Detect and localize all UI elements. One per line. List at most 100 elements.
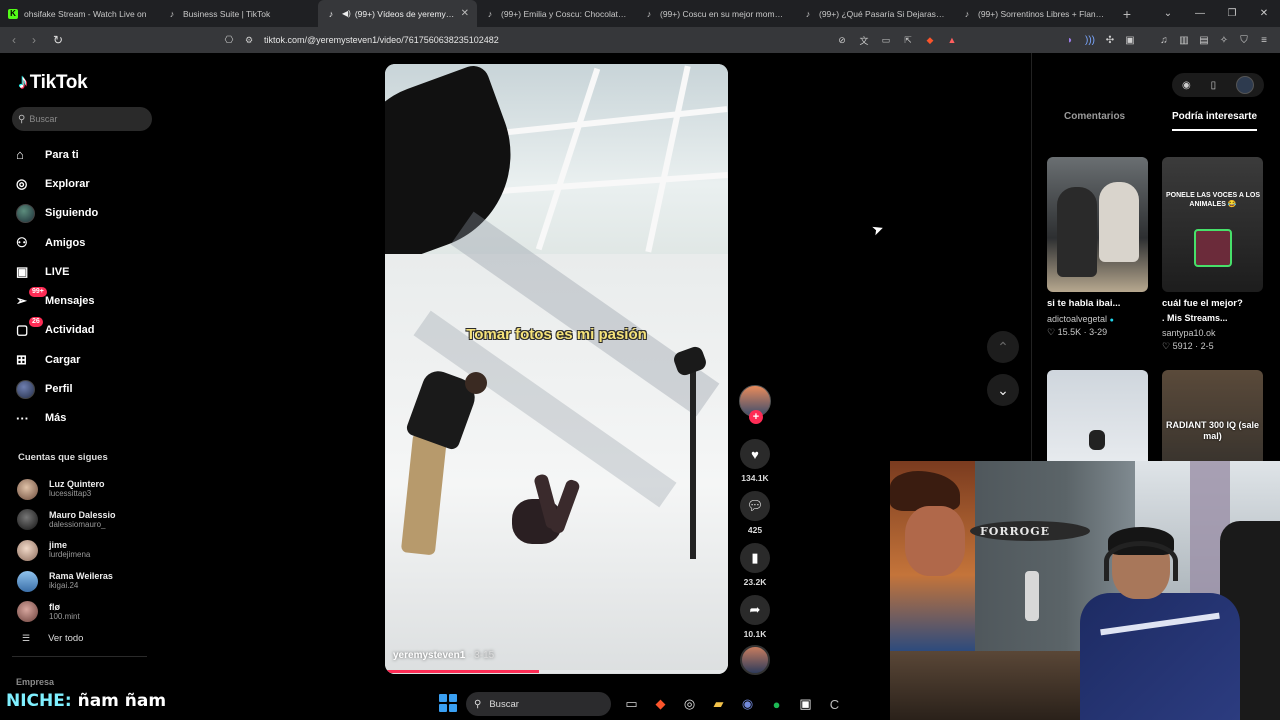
video-author[interactable]: yeremysteven1	[393, 650, 465, 661]
see-all-link[interactable]: ☰ Ver todo	[22, 633, 83, 644]
obs-icon[interactable]: ◎	[675, 696, 704, 712]
nav-item-explorar[interactable]: ◎ Explorar	[12, 169, 152, 198]
brave-rewards-icon[interactable]: ▲	[941, 35, 963, 45]
video-player[interactable]: Tomar fotos es mi pasión yeremysteven1 ·…	[385, 64, 728, 674]
audio-extension-icon[interactable]: )))	[1080, 35, 1100, 46]
wallet-icon[interactable]: ▣	[1120, 35, 1140, 46]
file-explorer-icon[interactable]: ▰	[704, 696, 733, 712]
browser-tab[interactable]: ♪ (99+) ¿Qué Pasaría Si Dejaras De Se	[795, 0, 954, 27]
card-likes: 5912	[1172, 341, 1193, 351]
tab-comentarios[interactable]: Comentarios	[1064, 111, 1125, 122]
extension-icons: ◗ ))) ✣ ▣ ♫ ▥ ▤ ✧ ⛉ ≡	[1060, 27, 1274, 53]
windows-start-icon[interactable]	[439, 694, 457, 712]
share-button[interactable]: ➦ 10.1K	[737, 595, 773, 639]
upload-icon: ⊞	[16, 351, 27, 367]
video-author-line[interactable]: yeremysteven1 · 3-15	[393, 650, 494, 661]
music-icon[interactable]: ♫	[1154, 35, 1174, 46]
extension-icon[interactable]: ◗	[1060, 35, 1080, 46]
video-date: 3-15	[474, 650, 495, 661]
save-button[interactable]: ▮ 23.2K	[737, 543, 773, 587]
spotify-icon[interactable]: ●	[762, 697, 791, 712]
browser-tab-active[interactable]: ♪ ◀) (99+) Vídeos de yeremysteven ✕	[318, 0, 477, 27]
nav-item-live[interactable]: ▣ LIVE	[12, 257, 152, 286]
share-icon[interactable]: ⇱	[897, 35, 919, 46]
site-info-icon[interactable]: ⚙	[240, 35, 258, 46]
browser-tab[interactable]: K ohsifake Stream - Watch Live on	[0, 0, 159, 27]
tab-search-icon[interactable]: ⌄	[1152, 8, 1184, 19]
reload-icon[interactable]: ↻	[48, 33, 68, 47]
app-icon[interactable]: ▣	[791, 696, 820, 712]
new-tab-button[interactable]: +	[1113, 6, 1141, 22]
bookmark-icon[interactable]: ⎔	[218, 35, 240, 46]
nav-item-cargar[interactable]: ⊞ Cargar	[12, 345, 152, 374]
video-thumbnail[interactable]	[1047, 157, 1148, 292]
restore-icon[interactable]: ❐	[1216, 8, 1248, 19]
follow-plus-icon[interactable]: +	[749, 410, 763, 424]
task-view-icon[interactable]: ▭	[617, 696, 646, 712]
address-bar[interactable]: ⎔ ⚙ tiktok.com/@yeremysteven1/video/7617…	[218, 30, 963, 50]
following-account[interactable]: jime lurdejimena	[17, 535, 157, 566]
puzzle-icon[interactable]: ✣	[1100, 35, 1120, 46]
tab-podria-interesarte[interactable]: Podría interesarte	[1172, 111, 1258, 131]
following-account[interactable]: flø 100.mint	[17, 596, 157, 627]
browser-tab[interactable]: ♪ Business Suite | TikTok	[159, 0, 318, 27]
following-account[interactable]: Luz Quintero lucessittap3	[17, 474, 157, 505]
menu-icon[interactable]: ≡	[1254, 35, 1274, 46]
card-author[interactable]: adictoalvegetal	[1047, 314, 1107, 324]
back-icon[interactable]: ‹	[4, 33, 24, 47]
translate-icon[interactable]: 文	[853, 34, 875, 47]
url-text[interactable]: tiktok.com/@yeremysteven1/video/76175606…	[264, 35, 831, 45]
discord-icon[interactable]: ◉	[733, 696, 762, 712]
close-tab-icon[interactable]: ✕	[461, 8, 469, 19]
card-author[interactable]: santypa10.ok	[1162, 328, 1264, 338]
nav-item-mensajes[interactable]: ➢ 99+ Mensajes	[12, 286, 152, 315]
tiktok-logo[interactable]: ♪ TikTok	[18, 71, 88, 94]
video-thumbnail[interactable]: PONELE LAS VOCES A LOS ANIMALES 😂	[1162, 157, 1263, 292]
friends-icon: ⚇	[16, 234, 28, 250]
following-account[interactable]: Mauro Dalessio dalessiomauro_	[17, 505, 157, 536]
card-title: si te habla ibai...	[1047, 298, 1121, 309]
leo-ai-icon[interactable]: ✧	[1214, 35, 1234, 46]
comment-button[interactable]: 💬︎ 425	[737, 491, 773, 535]
mouse-cursor-icon: ➤	[869, 219, 886, 239]
video-progress-bar[interactable]	[385, 670, 728, 673]
nav-item-actividad[interactable]: ▢ 26 Actividad	[12, 316, 152, 345]
forward-icon[interactable]: ›	[24, 33, 44, 47]
suggested-video-card[interactable]: PONELE LAS VOCES A LOS ANIMALES 😂 cuál f…	[1162, 157, 1264, 352]
footer-link-empresa[interactable]: Empresa	[16, 677, 54, 687]
like-button[interactable]: ♥ 134.1K	[737, 439, 773, 483]
creator-avatar[interactable]: +	[739, 385, 771, 424]
profile-avatar[interactable]	[1236, 76, 1255, 94]
account-name: flø	[49, 601, 60, 612]
brave-shields-icon[interactable]: ◆	[919, 35, 941, 46]
device-icon[interactable]: ▯	[1211, 80, 1217, 91]
webcam-overlay: FORROGE	[890, 461, 1280, 720]
minimize-icon[interactable]: —	[1184, 8, 1216, 19]
nav-item-amigos[interactable]: ⚇ Amigos	[12, 228, 152, 257]
next-video-button[interactable]: ⌄	[987, 374, 1019, 406]
suggested-video-card[interactable]: si te habla ibai... adictoalvegetal ● ♡ …	[1047, 157, 1149, 338]
following-account[interactable]: Rama Weileras ikigai.24	[17, 566, 157, 597]
nav-item-para-ti[interactable]: ⌂ Para ti	[12, 140, 152, 169]
music-disc-button[interactable]	[737, 645, 773, 675]
nav-item-siguiendo[interactable]: Siguiendo	[12, 199, 152, 228]
wallet-icon-2[interactable]: ▤	[1194, 35, 1214, 46]
reader-icon[interactable]: ▭	[875, 35, 897, 46]
compass-icon[interactable]: ◉	[1182, 80, 1191, 91]
browser-tab[interactable]: ♪ (99+) Sorrentinos Libres + Flan Grat	[954, 0, 1113, 27]
sidebar-toggle-icon[interactable]: ▥	[1174, 35, 1194, 46]
previous-video-button[interactable]: ⌃	[987, 331, 1019, 363]
brave-browser-icon[interactable]: ◆	[646, 696, 675, 712]
no-media-icon[interactable]: ⊘	[831, 35, 853, 46]
close-window-icon[interactable]: ✕	[1248, 8, 1280, 19]
tiktok-icon: ♪	[646, 8, 652, 19]
browser-tab[interactable]: ♪ (99+) Coscu en su mejor momento	[636, 0, 795, 27]
search-input[interactable]: ⚲ Buscar	[12, 107, 152, 131]
nav-item-mas[interactable]: ··· Más	[12, 404, 152, 433]
vpn-shield-icon[interactable]: ⛉	[1234, 35, 1254, 46]
browser-tab[interactable]: ♪ (99+) Emilia y Coscu: Chocolate de	[477, 0, 636, 27]
app-icon-2[interactable]: C	[820, 697, 849, 712]
taskbar-search[interactable]: ⚲ Buscar	[466, 692, 611, 716]
nav-item-perfil[interactable]: Perfil	[12, 374, 152, 403]
audio-playing-icon[interactable]: ◀)	[342, 9, 351, 18]
